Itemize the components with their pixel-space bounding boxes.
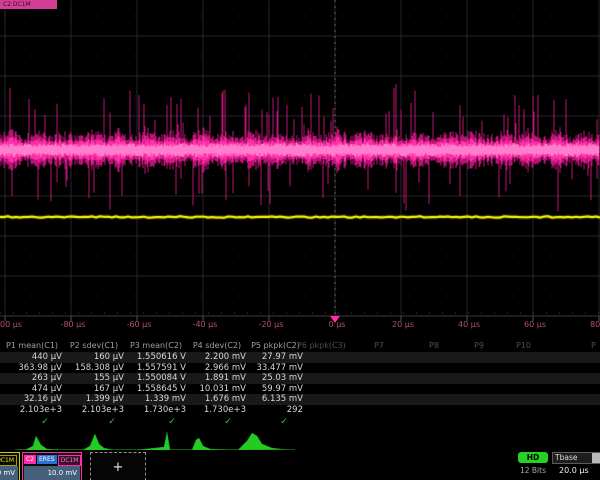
channel-c2-descriptor[interactable]: C2ERESDC1M 10.0 mV <box>22 452 82 480</box>
time-axis-tick-label: -40 µs <box>193 320 218 329</box>
c2-label-badge: C2 <box>24 455 36 464</box>
parameter-header-inactive[interactable]: P <box>591 341 596 350</box>
measurement-cell-mean: 2.966 mV <box>188 363 246 374</box>
parameter-header[interactable]: P1 mean(C1) <box>2 341 62 351</box>
measurement-cell-value: 160 µV <box>64 352 124 363</box>
histicon-strip <box>0 428 600 452</box>
measurement-cell-value: 1.550616 V <box>126 352 186 363</box>
measurement-cell-max: 1.558645 V <box>126 384 186 395</box>
hd-mode-badge[interactable]: HD <box>518 452 548 463</box>
time-axis-tick-label: -20 µs <box>259 320 284 329</box>
parameter-header-inactive[interactable]: P7 <box>374 341 384 350</box>
channel-c1-descriptor[interactable]: DC1M 0 mV <box>0 452 20 480</box>
parameter-header[interactable]: P5 pkpk(C2) <box>248 341 303 351</box>
histicon <box>138 432 170 450</box>
timebase-tab <box>592 453 600 463</box>
measurement-cell-max: 59.97 mV <box>248 384 303 395</box>
parameter-header[interactable]: P3 mean(C2) <box>126 341 186 351</box>
measurement-cell-mean: 158.308 µV <box>64 363 124 374</box>
status-check-icon: ✓ <box>224 417 232 427</box>
measurement-cell-value: 27.97 mV <box>248 352 303 363</box>
parameter-header[interactable]: P2 sdev(C1) <box>64 341 124 351</box>
measurement-cell-sdev: 6.135 mV <box>248 394 303 405</box>
parameter-header-inactive[interactable]: P6 pkpk(C3) <box>297 341 346 350</box>
histicon <box>25 436 58 450</box>
parameter-header-inactive[interactable]: P9 <box>474 341 484 350</box>
measurement-cell-sdev: 32.16 µV <box>2 394 62 405</box>
time-axis-tick-label: 80 µs <box>590 320 600 329</box>
measurement-cell-max: 167 µV <box>64 384 124 395</box>
c1-waveform <box>0 216 600 217</box>
measurement-cell-sdev: 1.676 mV <box>188 394 246 405</box>
status-check-icon: ✓ <box>108 417 116 427</box>
parameter-header-inactive[interactable]: P10 <box>516 341 531 350</box>
trace-annotation-badge: C2 DC1M <box>0 0 57 9</box>
measurement-cell-sdev: 1.339 mV <box>126 394 186 405</box>
c1-scale-value: 0 mV <box>0 466 18 480</box>
trigger-position-icon[interactable] <box>327 315 343 325</box>
hd-bits-label: 12 Bits <box>514 466 552 475</box>
measurement-cell-min: 25.03 mV <box>248 373 303 384</box>
histicon <box>238 433 285 450</box>
time-axis-tick-label: -60 µs <box>127 320 152 329</box>
timebase-value: 20.0 µs <box>552 466 600 475</box>
measurement-cell-max: 474 µV <box>2 384 62 395</box>
measurement-cell-num: 1.730e+3 <box>126 405 186 416</box>
histicon <box>192 438 225 450</box>
histicon <box>83 434 112 450</box>
measurement-cell-max: 10.031 mV <box>188 384 246 395</box>
time-axis-tick-label: 20 µs <box>392 320 414 329</box>
measurement-cell-mean: 33.477 mV <box>248 363 303 374</box>
time-axis-tick-label: 40 µs <box>458 320 480 329</box>
c2-waveform <box>0 84 599 211</box>
measurement-cell-min: 1.891 mV <box>188 373 246 384</box>
measurement-cell-num: 2.103e+3 <box>64 405 124 416</box>
parameter-header-inactive[interactable]: P8 <box>429 341 439 350</box>
waveform-grid <box>0 0 600 332</box>
measurement-cell-min: 263 µV <box>2 373 62 384</box>
measurement-cell-value: 2.200 mV <box>188 352 246 363</box>
measurement-cell-num: 1.730e+3 <box>188 405 246 416</box>
measurement-cell-num: 292 <box>248 405 303 416</box>
time-axis-tick-label: 60 µs <box>524 320 546 329</box>
c2-scale-value: 10.0 mV <box>24 466 80 480</box>
measurement-cell-value: 440 µV <box>2 352 62 363</box>
status-check-icon: ✓ <box>168 417 176 427</box>
measurement-cell-min: 155 µV <box>64 373 124 384</box>
measurement-cell-sdev: 1.399 µV <box>64 394 124 405</box>
measurement-cell-mean: 363.98 µV <box>2 363 62 374</box>
c1-coupling-badge: DC1M <box>0 455 17 466</box>
status-check-icon: ✓ <box>280 417 288 427</box>
oscilloscope-screen: C2 DC1M -100 µs -80 µs -60 µs -40 µs -20 µs 0… <box>0 0 600 480</box>
time-axis-tick-label: -80 µs <box>61 320 86 329</box>
time-axis-tick-label: -100 µs <box>0 320 22 329</box>
timebase-descriptor[interactable]: Tbase 20.0 µs <box>552 452 600 480</box>
parameter-header[interactable]: P4 sdev(C2) <box>188 341 246 351</box>
c2-eres-badge: ERES <box>37 455 57 464</box>
measurement-cell-num: 2.103e+3 <box>2 405 62 416</box>
measurement-cell-min: 1.550084 V <box>126 373 186 384</box>
status-check-icon: ✓ <box>41 417 49 427</box>
measurement-cell-mean: 1.557591 V <box>126 363 186 374</box>
add-trace-button[interactable]: + <box>90 452 146 480</box>
c2-coupling-badge: DC1M <box>58 455 82 466</box>
